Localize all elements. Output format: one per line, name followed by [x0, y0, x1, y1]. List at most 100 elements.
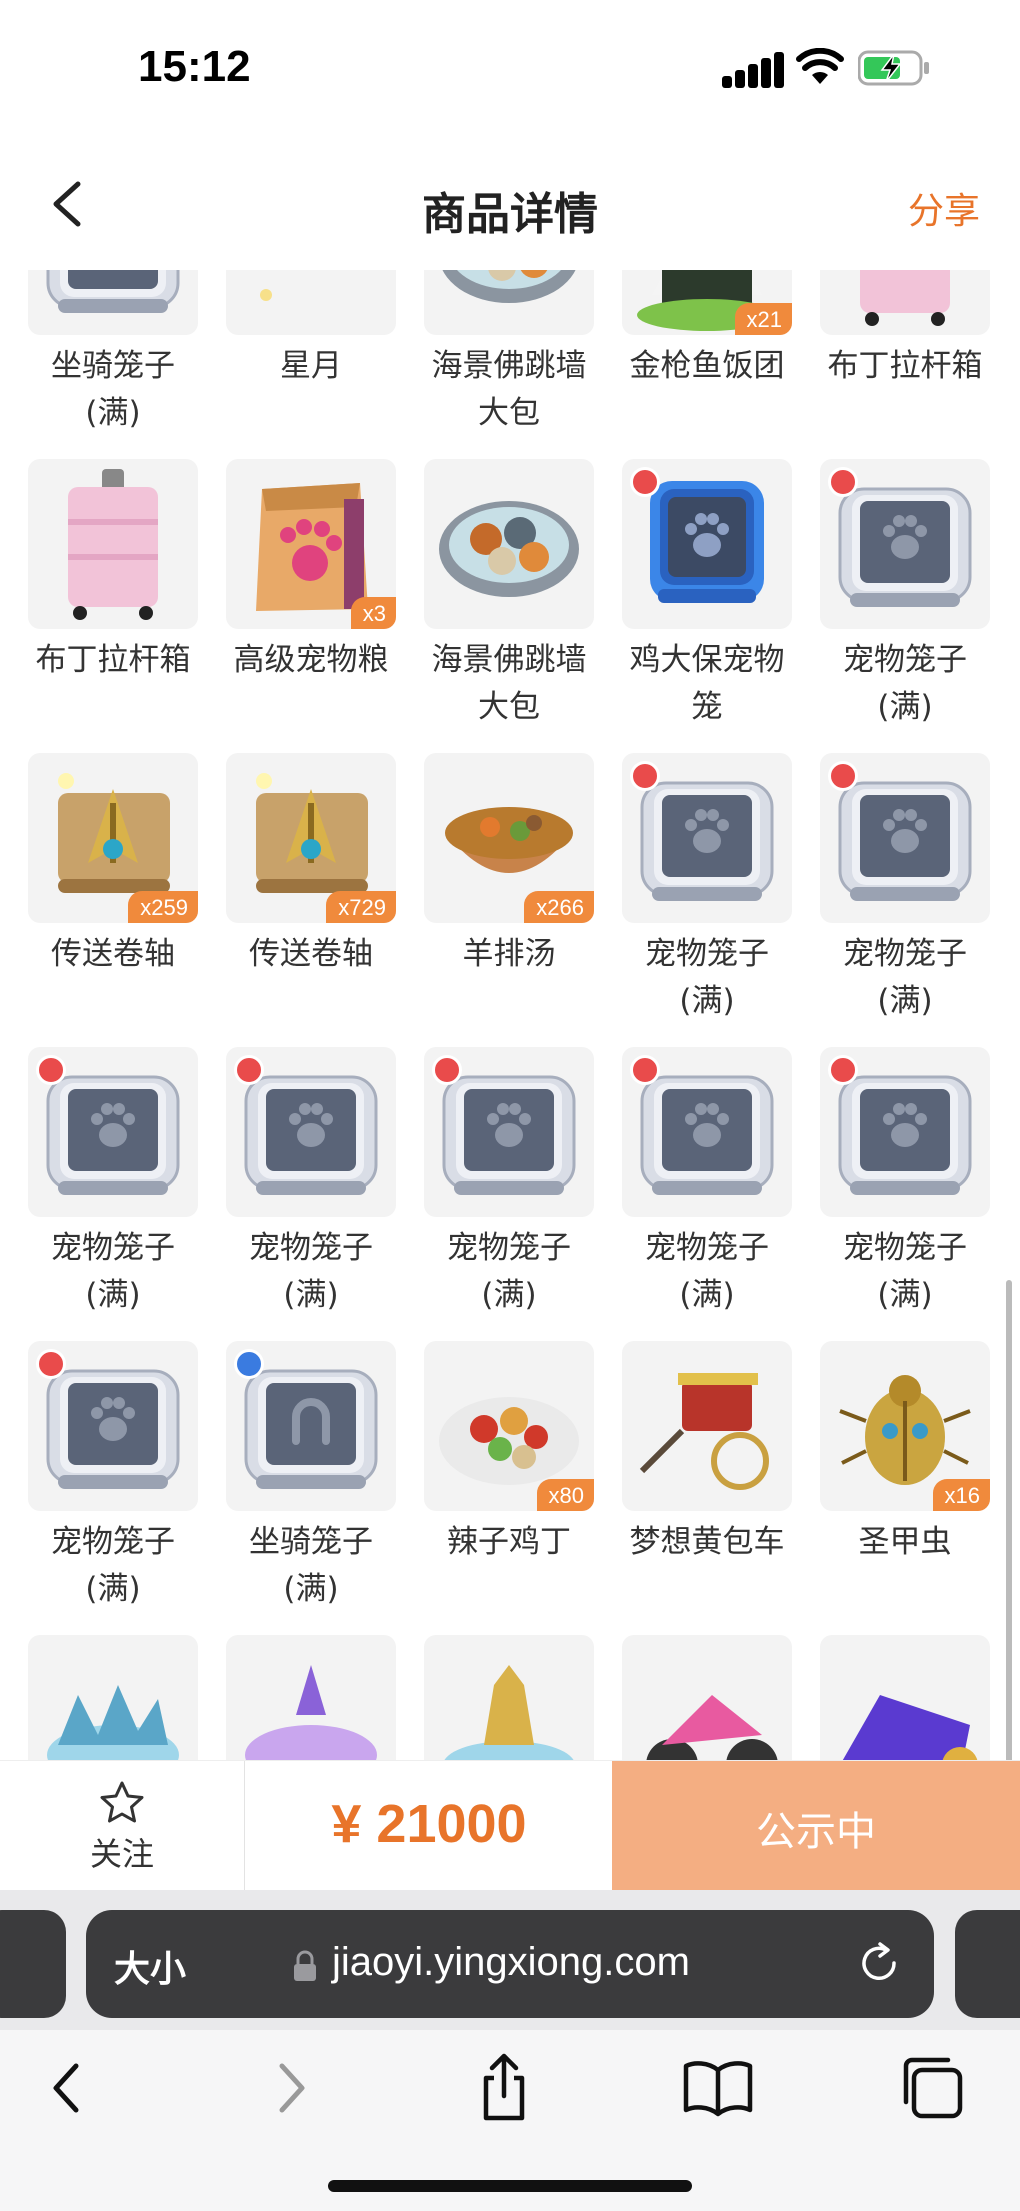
publicity-status-label: 公示中: [756, 1809, 876, 1855]
item-card[interactable]: 宠物笼子 (满): [820, 459, 990, 753]
item-thumbnail: [28, 459, 198, 629]
item-card[interactable]: 海景佛跳墙 大包: [424, 459, 594, 753]
seafood-soup-icon: [439, 501, 579, 597]
item-thumbnail: [820, 753, 990, 923]
item-thumbnail: [28, 1047, 198, 1217]
url-text: jiaoyi.yingxiong.com: [332, 1940, 690, 1984]
item-card[interactable]: x729 传送卷轴: [226, 753, 396, 1047]
item-card[interactable]: 宠物笼子 (满): [28, 1047, 198, 1341]
action-bar: 关注 ¥ 21000 公示中: [0, 1760, 1020, 1891]
item-thumbnail: [820, 270, 990, 335]
item-card[interactable]: 梦想黄包车: [622, 1341, 792, 1635]
pet-badge-icon: [828, 761, 858, 791]
item-name: 布丁拉杆箱: [827, 348, 983, 384]
item-card[interactable]: 宠物笼子 (满): [424, 1047, 594, 1341]
item-quantity: x80: [536, 1479, 594, 1511]
item-name: 海景佛跳墙 大包: [431, 642, 587, 725]
status-time: 15:12: [138, 42, 251, 91]
pet-badge-icon: [828, 467, 858, 497]
item-card[interactable]: 宠物笼子 (满): [820, 1047, 990, 1341]
item-name: 宠物笼子 (满): [51, 1524, 175, 1607]
item-thumbnail: x266: [424, 753, 594, 923]
item-quantity: x266: [524, 891, 594, 923]
pink-suitcase-icon: [860, 270, 950, 326]
item-card[interactable]: x80 辣子鸡丁: [424, 1341, 594, 1635]
pet-badge-icon: [630, 1055, 660, 1085]
page-title: 商品详情: [422, 189, 598, 240]
item-card[interactable]: 宠物笼子 (满): [622, 1047, 792, 1341]
battery-charging-icon: [858, 50, 929, 86]
item-quantity: x729: [326, 891, 396, 923]
pet-badge-icon: [234, 1055, 264, 1085]
item-thumbnail: [820, 459, 990, 629]
item-card[interactable]: 宠物笼子 (满): [622, 753, 792, 1047]
item-thumbnail: [226, 1635, 396, 1760]
back-icon[interactable]: [28, 2048, 108, 2128]
item-thumbnail: [622, 459, 792, 629]
item-card[interactable]: x16 圣甲虫: [820, 1341, 990, 1635]
url-field[interactable]: 大小 jiaoyi.yingxiong.com: [86, 1910, 934, 2018]
item-name: 鸡大保宠物 笼: [629, 642, 785, 725]
tabs-icon[interactable]: [892, 2048, 972, 2128]
text-size-button[interactable]: 大小: [114, 1940, 186, 1992]
item-card[interactable]: 鸡大保宠物 笼: [622, 459, 792, 753]
item-grid-row: 宠物笼子 (满) 宠物笼子 (满) 宠物笼子 (满) 宠物笼子 (满) 宠物笼子…: [0, 1047, 1020, 1341]
item-card[interactable]: 宠物笼子 (满): [28, 1341, 198, 1635]
mount-cage-icon: [46, 270, 180, 313]
pet-badge-icon: [630, 467, 660, 497]
share-button[interactable]: 分享: [908, 182, 980, 234]
bookmarks-icon[interactable]: [678, 2048, 758, 2128]
item-card[interactable]: 布丁拉杆箱: [820, 270, 990, 459]
item-name: 羊排汤: [462, 936, 556, 972]
mount-badge-icon: [234, 1349, 264, 1379]
item-thumbnail: [622, 1047, 792, 1217]
item-card[interactable]: x266 羊排汤: [424, 753, 594, 1047]
item-card[interactable]: [820, 1635, 990, 1760]
item-card[interactable]: 星月: [226, 270, 396, 459]
price-box: ¥ 21000: [244, 1761, 613, 1891]
cellular-signal-icon: [722, 52, 786, 88]
item-grid-row: x259 传送卷轴 x729 传送卷轴 x266 羊排汤 宠物笼子 (满) 宠物笼子 …: [0, 753, 1020, 1047]
item-name: 布丁拉杆箱: [35, 642, 191, 678]
item-card[interactable]: x3 高级宠物粮: [226, 459, 396, 753]
seafood-soup-icon: [442, 270, 576, 303]
item-thumbnail: [622, 1635, 792, 1760]
item-card[interactable]: 坐骑笼子 (满): [28, 270, 198, 459]
item-card[interactable]: 海景佛跳墙 大包: [424, 270, 594, 459]
item-thumbnail: [424, 270, 594, 335]
item-card[interactable]: [424, 1635, 594, 1760]
item-thumbnail: [226, 1341, 396, 1511]
reload-icon[interactable]: [856, 1940, 902, 1986]
item-card[interactable]: x21 金枪鱼饭团: [622, 270, 792, 459]
home-indicator: [328, 2180, 692, 2192]
item-name: 梦想黄包车: [629, 1524, 785, 1560]
scroll-indicator[interactable]: [1006, 1280, 1012, 1840]
previous-tab-preview[interactable]: [0, 1910, 66, 2018]
forward-icon[interactable]: [250, 2048, 330, 2128]
next-tab-preview[interactable]: [955, 1910, 1020, 2018]
follow-label: 关注: [89, 1835, 154, 1873]
share-icon[interactable]: [464, 2048, 544, 2128]
item-card[interactable]: [28, 1635, 198, 1760]
item-thumbnail: [622, 753, 792, 923]
item-name: 传送卷轴: [249, 936, 373, 972]
item-card[interactable]: [226, 1635, 396, 1760]
item-card[interactable]: 宠物笼子 (满): [820, 753, 990, 1047]
item-quantity: x259: [128, 891, 198, 923]
item-card[interactable]: 宠物笼子 (满): [226, 1047, 396, 1341]
status-bar: 15:12: [0, 0, 1020, 140]
item-card[interactable]: 坐骑笼子 (满): [226, 1341, 396, 1635]
pet-badge-icon: [432, 1055, 462, 1085]
pet-badge-icon: [36, 1055, 66, 1085]
item-thumbnail: [622, 1341, 792, 1511]
item-thumbnail: x3: [226, 459, 396, 629]
item-card[interactable]: 布丁拉杆箱: [28, 459, 198, 753]
publicity-status-button[interactable]: 公示中: [612, 1761, 1020, 1891]
item-name: 星月: [280, 348, 342, 384]
item-grid: 坐骑笼子 (满) 星月 海景佛跳墙 大包 x21 金枪鱼饭团 布丁拉杆箱 布丁拉杆…: [0, 270, 1020, 1760]
item-card[interactable]: x259 传送卷轴: [28, 753, 198, 1047]
item-thumbnail: x21: [622, 270, 792, 335]
item-card[interactable]: [622, 1635, 792, 1760]
follow-button[interactable]: 关注: [0, 1761, 244, 1891]
item-name: 宠物笼子 (满): [645, 936, 769, 1019]
